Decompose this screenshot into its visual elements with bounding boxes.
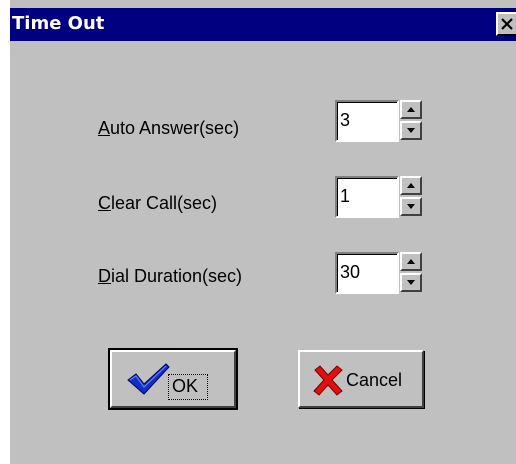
ok-button-label: OK — [172, 376, 199, 396]
arrow-down-icon — [407, 280, 415, 285]
close-icon — [501, 18, 513, 30]
clear-call-spin-up[interactable] — [400, 176, 422, 195]
arrow-down-icon — [407, 204, 415, 209]
auto-answer-spin-down[interactable] — [400, 121, 422, 140]
ok-button[interactable]: OK — [108, 348, 238, 410]
auto-answer-label: Auto Answer(sec) — [98, 118, 239, 139]
arrow-down-icon — [407, 128, 415, 133]
dial-duration-spin-up[interactable] — [400, 252, 422, 271]
arrow-up-icon — [407, 259, 415, 264]
dial-duration-input[interactable]: 30 — [335, 252, 399, 294]
time-out-dialog: Time Out Auto Answer(sec) 3 Clear Call(s… — [10, 0, 516, 464]
dial-duration-label-text: ial Duration(sec) — [111, 266, 243, 286]
clear-call-label: Clear Call(sec) — [98, 193, 217, 214]
clear-call-mnemonic: C — [98, 193, 111, 213]
cancel-button[interactable]: Cancel — [298, 350, 424, 408]
arrow-up-icon — [407, 183, 415, 188]
auto-answer-spin-up[interactable] — [400, 100, 422, 119]
dial-duration-spin-down[interactable] — [400, 273, 422, 292]
dial-duration-mnemonic: D — [98, 266, 111, 286]
close-button[interactable] — [496, 12, 516, 36]
cancel-button-label: Cancel — [346, 370, 403, 390]
arrow-up-icon — [407, 107, 415, 112]
auto-answer-mnemonic: A — [98, 118, 111, 138]
x-mark-icon — [313, 365, 343, 396]
clear-call-input[interactable]: 1 — [335, 176, 399, 218]
auto-answer-label-text: uto Answer(sec) — [110, 118, 240, 138]
title-bar[interactable]: Time Out — [10, 8, 516, 41]
auto-answer-input[interactable]: 3 — [335, 100, 399, 142]
checkmark-icon — [127, 363, 170, 395]
window-title: Time Out — [12, 13, 105, 34]
dial-duration-label: Dial Duration(sec) — [98, 266, 242, 287]
clear-call-label-text: lear Call(sec) — [111, 193, 218, 213]
clear-call-spin-down[interactable] — [400, 197, 422, 216]
